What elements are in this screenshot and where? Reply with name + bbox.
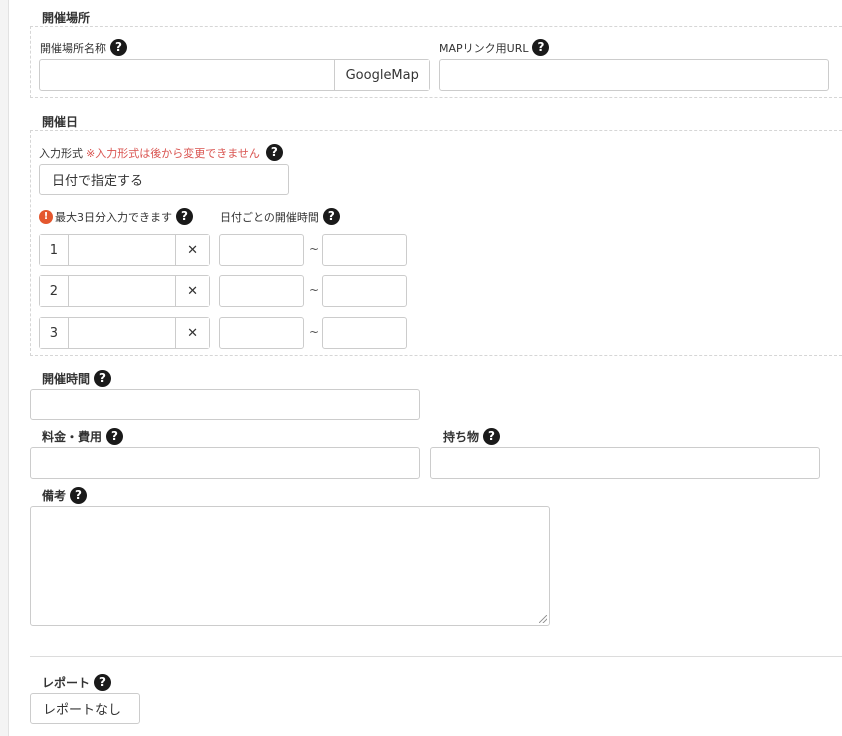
max-days-warning: 最大3日分入力できます bbox=[55, 210, 172, 224]
end-time-input[interactable] bbox=[323, 318, 406, 348]
start-time-field bbox=[219, 275, 304, 307]
per-day-time-label: 日付ごとの開催時間 bbox=[220, 210, 319, 224]
end-time-field bbox=[322, 234, 407, 266]
date-input[interactable] bbox=[68, 318, 176, 348]
date-row-2: 2 ✕ bbox=[39, 275, 210, 307]
tilde-separator: ~ bbox=[309, 325, 320, 339]
help-icon[interactable]: ? bbox=[94, 370, 112, 387]
clear-icon[interactable]: ✕ bbox=[175, 235, 209, 265]
input-format-label: 入力形式 bbox=[39, 146, 83, 160]
end-time-input[interactable] bbox=[323, 235, 406, 265]
map-url-label-row: MAPリンク用URL ? bbox=[439, 39, 550, 56]
clear-icon[interactable]: ✕ bbox=[175, 276, 209, 306]
notes-field bbox=[30, 506, 550, 626]
fee-label: 料金・費用 bbox=[42, 430, 103, 444]
help-icon[interactable]: ? bbox=[70, 487, 88, 504]
notes-label: 備考 bbox=[42, 489, 67, 503]
tilde-separator: ~ bbox=[309, 242, 320, 256]
notes-label-row: 備考 ? bbox=[42, 487, 88, 504]
map-url-input[interactable] bbox=[440, 60, 828, 90]
help-icon[interactable]: ? bbox=[322, 208, 340, 225]
report-label: レポート bbox=[42, 676, 91, 690]
date-row-index: 2 bbox=[40, 276, 69, 306]
date-cell bbox=[68, 318, 176, 348]
googlemap-button[interactable]: GoogleMap bbox=[334, 60, 429, 90]
max-days-warning-row: ! 最大3日分入力できます ? bbox=[39, 208, 193, 225]
help-icon[interactable]: ? bbox=[106, 428, 124, 445]
left-rail bbox=[0, 0, 9, 736]
map-url-label: MAPリンク用URL bbox=[439, 41, 529, 55]
date-cell bbox=[68, 235, 176, 265]
help-icon[interactable]: ? bbox=[94, 674, 112, 691]
date-row-index: 3 bbox=[40, 318, 69, 348]
belongings-input[interactable] bbox=[431, 448, 819, 478]
start-time-field bbox=[219, 317, 304, 349]
end-time-field bbox=[322, 317, 407, 349]
help-icon[interactable]: ? bbox=[483, 428, 501, 445]
start-time-input[interactable] bbox=[220, 235, 303, 265]
belongings-field bbox=[430, 447, 820, 479]
report-label-row: レポート ? bbox=[42, 674, 112, 691]
tilde-separator: ~ bbox=[309, 283, 320, 297]
notes-textarea[interactable] bbox=[31, 507, 549, 625]
date-cell bbox=[68, 276, 176, 306]
belongings-label-row: 持ち物 ? bbox=[443, 428, 501, 445]
end-time-field bbox=[322, 275, 407, 307]
venue-name-input[interactable] bbox=[40, 60, 335, 90]
date-input[interactable] bbox=[68, 235, 176, 265]
start-time-input[interactable] bbox=[220, 318, 303, 348]
fee-label-row: 料金・費用 ? bbox=[42, 428, 124, 445]
input-format-label-row: 入力形式 ※入力形式は後から変更できません ? bbox=[39, 144, 283, 161]
resize-grip-icon[interactable] bbox=[539, 615, 547, 623]
fee-input[interactable] bbox=[31, 448, 419, 478]
report-select[interactable]: レポートなし bbox=[30, 693, 140, 724]
date-row-index: 1 bbox=[40, 235, 69, 265]
per-day-time-label-row: 日付ごとの開催時間 ? bbox=[220, 208, 340, 225]
time-label: 開催時間 bbox=[42, 372, 91, 386]
venue-section-title: 開催場所 bbox=[42, 11, 91, 25]
dates-section-title: 開催日 bbox=[42, 115, 79, 129]
start-time-field bbox=[219, 234, 304, 266]
warning-icon: ! bbox=[39, 209, 53, 224]
help-icon[interactable]: ? bbox=[532, 39, 550, 56]
input-format-note: ※入力形式は後から変更できません bbox=[86, 146, 260, 160]
date-input[interactable] bbox=[68, 276, 176, 306]
date-row-3: 3 ✕ bbox=[39, 317, 210, 349]
map-url-field bbox=[439, 59, 829, 91]
clear-icon[interactable]: ✕ bbox=[175, 318, 209, 348]
time-input[interactable] bbox=[31, 390, 419, 419]
venue-name-input-group: GoogleMap bbox=[39, 59, 430, 91]
end-time-input[interactable] bbox=[323, 276, 406, 306]
divider bbox=[30, 656, 842, 657]
fee-field bbox=[30, 447, 420, 479]
time-field bbox=[30, 389, 420, 420]
venue-name-label-row: 開催場所名称 ? bbox=[40, 39, 127, 56]
help-icon[interactable]: ? bbox=[176, 208, 193, 225]
belongings-label: 持ち物 bbox=[443, 430, 480, 444]
venue-name-label: 開催場所名称 bbox=[40, 41, 106, 55]
date-row-1: 1 ✕ bbox=[39, 234, 210, 266]
start-time-input[interactable] bbox=[220, 276, 303, 306]
help-icon[interactable]: ? bbox=[110, 39, 127, 56]
input-format-select[interactable]: 日付で指定する bbox=[39, 164, 289, 195]
venue-name-cell bbox=[40, 60, 335, 90]
time-label-row: 開催時間 ? bbox=[42, 370, 112, 387]
help-icon[interactable]: ? bbox=[265, 144, 283, 161]
